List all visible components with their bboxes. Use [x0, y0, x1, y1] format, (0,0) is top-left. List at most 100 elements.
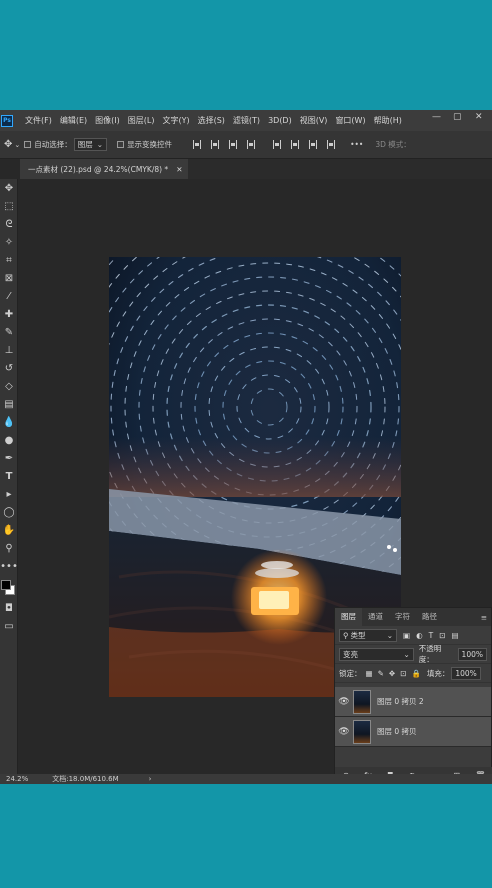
maximize-icon[interactable]: ▢	[453, 112, 462, 122]
layer-row[interactable]: 👁 图层 0 拷贝	[335, 717, 491, 747]
pen-tool-icon[interactable]: ✒	[0, 449, 18, 467]
search-icon: ⚲	[343, 630, 349, 640]
filter-kind-label: 类型	[350, 630, 366, 640]
menu-help[interactable]: 帮助(H)	[370, 115, 406, 126]
chevron-down-icon: ⌄	[403, 649, 410, 659]
blend-mode-dropdown[interactable]: 变亮 ⌄	[339, 647, 414, 661]
tab-layers[interactable]: 图层	[335, 608, 362, 626]
menu-window[interactable]: 窗口(W)	[331, 115, 369, 126]
tab-paths[interactable]: 路径	[416, 608, 443, 626]
opacity-label: 不透明度：	[418, 644, 442, 664]
layer-name[interactable]: 图层 0 拷贝 2	[377, 696, 424, 707]
align-bottom-icon[interactable]	[309, 140, 318, 149]
pixel-filter-icon[interactable]: ▣	[403, 631, 410, 640]
auto-select-label: 自动选择：	[34, 140, 72, 149]
brush-tool-icon[interactable]: ✎	[0, 323, 18, 341]
minimize-icon[interactable]: —	[432, 112, 441, 122]
layer-name[interactable]: 图层 0 拷贝	[377, 726, 417, 737]
align-right-icon[interactable]	[229, 140, 238, 149]
lock-transparency-icon[interactable]: ▦	[366, 669, 373, 678]
adjustment-filter-icon[interactable]: ◐	[416, 631, 423, 640]
menu-edit[interactable]: 编辑(E)	[56, 115, 91, 126]
blend-opacity-row: 变亮 ⌄ 不透明度： 100%	[335, 644, 491, 664]
more-tools-icon[interactable]: •••	[0, 557, 18, 575]
menu-view[interactable]: 视图(V)	[296, 115, 332, 126]
tools-panel: ✥ ⬚ ᘓ ✧ ⌗ ⊠ ⁄ ✚ ✎ ⊥ ↺ ◇ ▤ 💧 ● ✒ T ▸ ◯ ✋ …	[0, 179, 18, 774]
zoom-level[interactable]: 24.2%	[6, 775, 28, 783]
opacity-value: 100%	[461, 649, 483, 659]
panel-menu-icon[interactable]: ≡	[477, 613, 491, 626]
hand-tool-icon[interactable]: ✋	[0, 521, 18, 539]
fill-field[interactable]: 100%	[451, 666, 481, 680]
color-swatches[interactable]	[0, 575, 18, 599]
move-tool-icon[interactable]: ✥	[4, 139, 12, 150]
dodge-tool-icon[interactable]: ●	[0, 431, 18, 449]
healing-brush-icon[interactable]: ✚	[0, 305, 18, 323]
blur-tool-icon[interactable]: 💧	[0, 413, 18, 431]
screen-mode-icon[interactable]: ▭	[0, 617, 18, 635]
distribute-vertical-icon[interactable]	[327, 140, 336, 149]
document-tab[interactable]: 一点素材 (22).psd @ 24.2%(CMYK/8) * ✕	[20, 159, 188, 179]
ellipse-tool-icon[interactable]: ◯	[0, 503, 18, 521]
auto-select-value: 图层	[77, 140, 93, 149]
menu-filter[interactable]: 滤镜(T)	[229, 115, 264, 126]
lock-position-icon[interactable]: ✥	[389, 669, 395, 678]
transform-controls-checkbox[interactable]	[117, 141, 125, 148]
magic-wand-icon[interactable]: ✧	[0, 233, 18, 251]
auto-select-dropdown[interactable]: 图层 ⌄	[73, 138, 108, 151]
close-icon[interactable]: ✕	[475, 112, 483, 122]
filter-kind-dropdown[interactable]: ⚲ 类型 ⌄	[339, 628, 397, 642]
lock-all-icon[interactable]: 🔒	[411, 669, 420, 678]
align-top-icon[interactable]	[273, 140, 282, 149]
history-brush-icon[interactable]: ↺	[0, 359, 18, 377]
path-select-icon[interactable]: ▸	[0, 485, 18, 503]
status-bar: 24.2% 文档:18.0M/610.6M ›	[0, 774, 492, 784]
options-bar: ✥ ⌄ 自动选择： 图层 ⌄ 显示变换控件 ••• 3D 模式：	[0, 131, 492, 159]
align-left-icon[interactable]	[193, 140, 202, 149]
gradient-tool-icon[interactable]: ▤	[0, 395, 18, 413]
auto-select-checkbox[interactable]	[24, 141, 32, 148]
close-tab-icon[interactable]: ✕	[176, 165, 182, 174]
align-middle-icon[interactable]	[291, 140, 300, 149]
type-filter-icon[interactable]: T	[429, 631, 434, 640]
stamp-tool-icon[interactable]: ⊥	[0, 341, 18, 359]
lock-artboard-icon[interactable]: ⊡	[400, 669, 406, 678]
tab-channels[interactable]: 通道	[362, 608, 389, 626]
blend-mode-value: 变亮	[343, 649, 358, 659]
lock-pixels-icon[interactable]: ✎	[378, 669, 384, 678]
menu-select[interactable]: 选择(S)	[194, 115, 229, 126]
zoom-tool-icon[interactable]: ⚲	[0, 539, 18, 557]
visibility-eye-icon[interactable]: 👁	[335, 697, 353, 707]
document-tab-bar: 一点素材 (22).psd @ 24.2%(CMYK/8) * ✕	[20, 159, 492, 179]
shape-filter-icon[interactable]: ⊡	[439, 631, 445, 640]
photoshop-logo-icon: Ps	[1, 114, 13, 127]
move-tool-icon[interactable]: ✥	[0, 179, 18, 197]
menu-3d[interactable]: 3D(D)	[264, 116, 296, 125]
lasso-tool-icon[interactable]: ᘓ	[0, 215, 18, 233]
menu-type[interactable]: 文字(Y)	[158, 115, 193, 126]
chevron-down-icon[interactable]: ⌄	[14, 141, 20, 149]
layer-thumbnail	[353, 689, 371, 714]
menu-layer[interactable]: 图层(L)	[124, 115, 159, 126]
frame-tool-icon[interactable]: ⊠	[0, 269, 18, 287]
foreground-color-swatch[interactable]	[1, 580, 11, 590]
opacity-field[interactable]: 100%	[457, 647, 487, 661]
distribute-icon[interactable]	[247, 140, 256, 149]
eraser-tool-icon[interactable]: ◇	[0, 377, 18, 395]
menu-file[interactable]: 文件(F)	[21, 115, 56, 126]
more-icon[interactable]: •••	[350, 140, 363, 149]
marquee-tool-icon[interactable]: ⬚	[0, 197, 18, 215]
menu-bar: Ps 文件(F) 编辑(E) 图像(I) 图层(L) 文字(Y) 选择(S) 滤…	[0, 110, 492, 131]
quick-mask-icon[interactable]: ◘	[0, 599, 18, 617]
layer-row[interactable]: 👁 图层 0 拷贝 2	[335, 687, 491, 717]
eyedropper-icon[interactable]: ⁄	[0, 287, 18, 305]
type-tool-icon[interactable]: T	[0, 467, 18, 485]
align-center-icon[interactable]	[211, 140, 220, 149]
chevron-right-icon[interactable]: ›	[149, 775, 152, 783]
menu-image[interactable]: 图像(I)	[91, 115, 124, 126]
visibility-eye-icon[interactable]: 👁	[335, 727, 353, 737]
tab-character[interactable]: 字符	[389, 608, 416, 626]
smart-object-filter-icon[interactable]: ▤	[452, 631, 459, 640]
crop-tool-icon[interactable]: ⌗	[0, 251, 18, 269]
layer-thumbnail	[353, 719, 371, 744]
